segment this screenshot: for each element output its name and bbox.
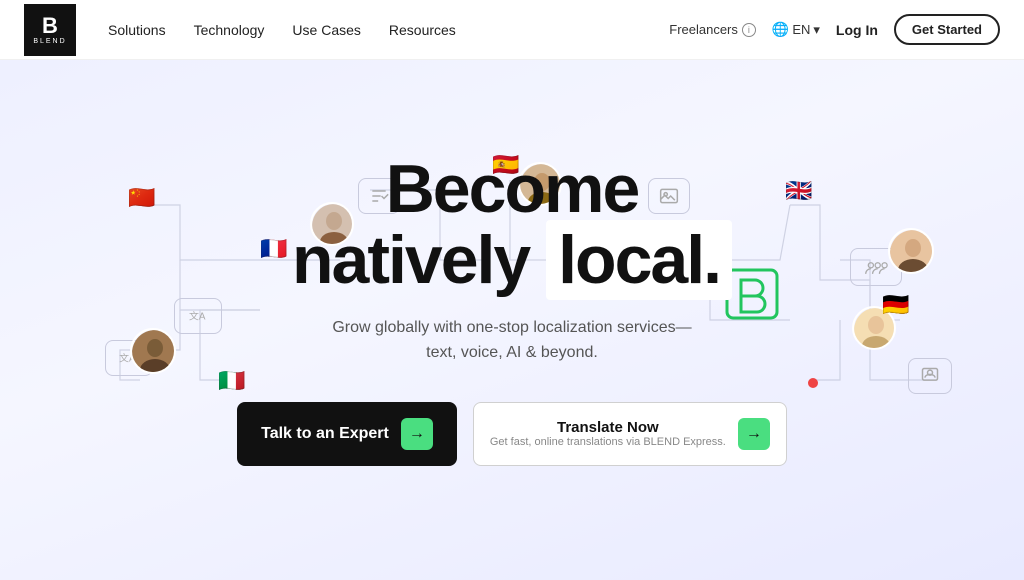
nav-links: Solutions Technology Use Cases Resources bbox=[108, 22, 669, 38]
avatar-3 bbox=[888, 228, 934, 274]
hero-subtext: Grow globally with one-stop localization… bbox=[292, 315, 732, 366]
nav-right: Freelancers i 🌐 EN ▾ Log In Get Started bbox=[669, 14, 1000, 45]
flag-france: 🇫🇷 bbox=[260, 236, 287, 262]
nav-use-cases[interactable]: Use Cases bbox=[292, 22, 360, 38]
cta-row: Talk to an Expert → Translate Now Get fa… bbox=[237, 402, 787, 466]
nav-solutions[interactable]: Solutions bbox=[108, 22, 166, 38]
logo-wordmark: BLEND bbox=[33, 38, 66, 45]
hero-highlight: local. bbox=[546, 220, 732, 300]
translate-arrow-icon: → bbox=[738, 418, 770, 450]
logo[interactable]: B BLEND bbox=[24, 4, 76, 56]
red-dot bbox=[808, 378, 818, 388]
language-selector[interactable]: 🌐 EN ▾ bbox=[772, 21, 820, 38]
flag-china: 🇨🇳 bbox=[128, 185, 155, 211]
nav-resources[interactable]: Resources bbox=[389, 22, 456, 38]
flag-germany: 🇩🇪 bbox=[882, 292, 909, 318]
freelancers-link[interactable]: Freelancers i bbox=[669, 22, 756, 37]
translate-now-button[interactable]: Translate Now Get fast, online translati… bbox=[473, 402, 787, 466]
get-started-button[interactable]: Get Started bbox=[894, 14, 1000, 45]
blend-brand-icon bbox=[725, 268, 779, 325]
expert-arrow-icon: → bbox=[401, 418, 433, 450]
hero-text: Become natively local. Grow globally wit… bbox=[292, 154, 732, 366]
talk-to-expert-button[interactable]: Talk to an Expert → bbox=[237, 402, 457, 466]
flag-uk: 🇬🇧 bbox=[785, 178, 812, 204]
translate-text: Translate Now Get fast, online translati… bbox=[490, 419, 726, 448]
hero-headline: Become natively local. bbox=[292, 154, 732, 297]
logo-letter: B bbox=[42, 15, 58, 37]
icon-box-translate-left: 文A bbox=[174, 298, 222, 334]
hero-section: 文A 文A 🇨🇳 🇫🇷 🇮🇹 🇪🇸 🇬🇧 🇩� bbox=[0, 60, 1024, 580]
info-icon[interactable]: i bbox=[742, 23, 756, 37]
login-button[interactable]: Log In bbox=[836, 22, 878, 38]
avatar-2 bbox=[130, 328, 176, 374]
icon-box-person bbox=[908, 358, 952, 394]
flag-italy: 🇮🇹 bbox=[218, 368, 245, 394]
globe-icon: 🌐 bbox=[772, 21, 789, 38]
navigation: B BLEND Solutions Technology Use Cases R… bbox=[0, 0, 1024, 60]
nav-technology[interactable]: Technology bbox=[194, 22, 265, 38]
svg-text:文A: 文A bbox=[189, 310, 206, 323]
